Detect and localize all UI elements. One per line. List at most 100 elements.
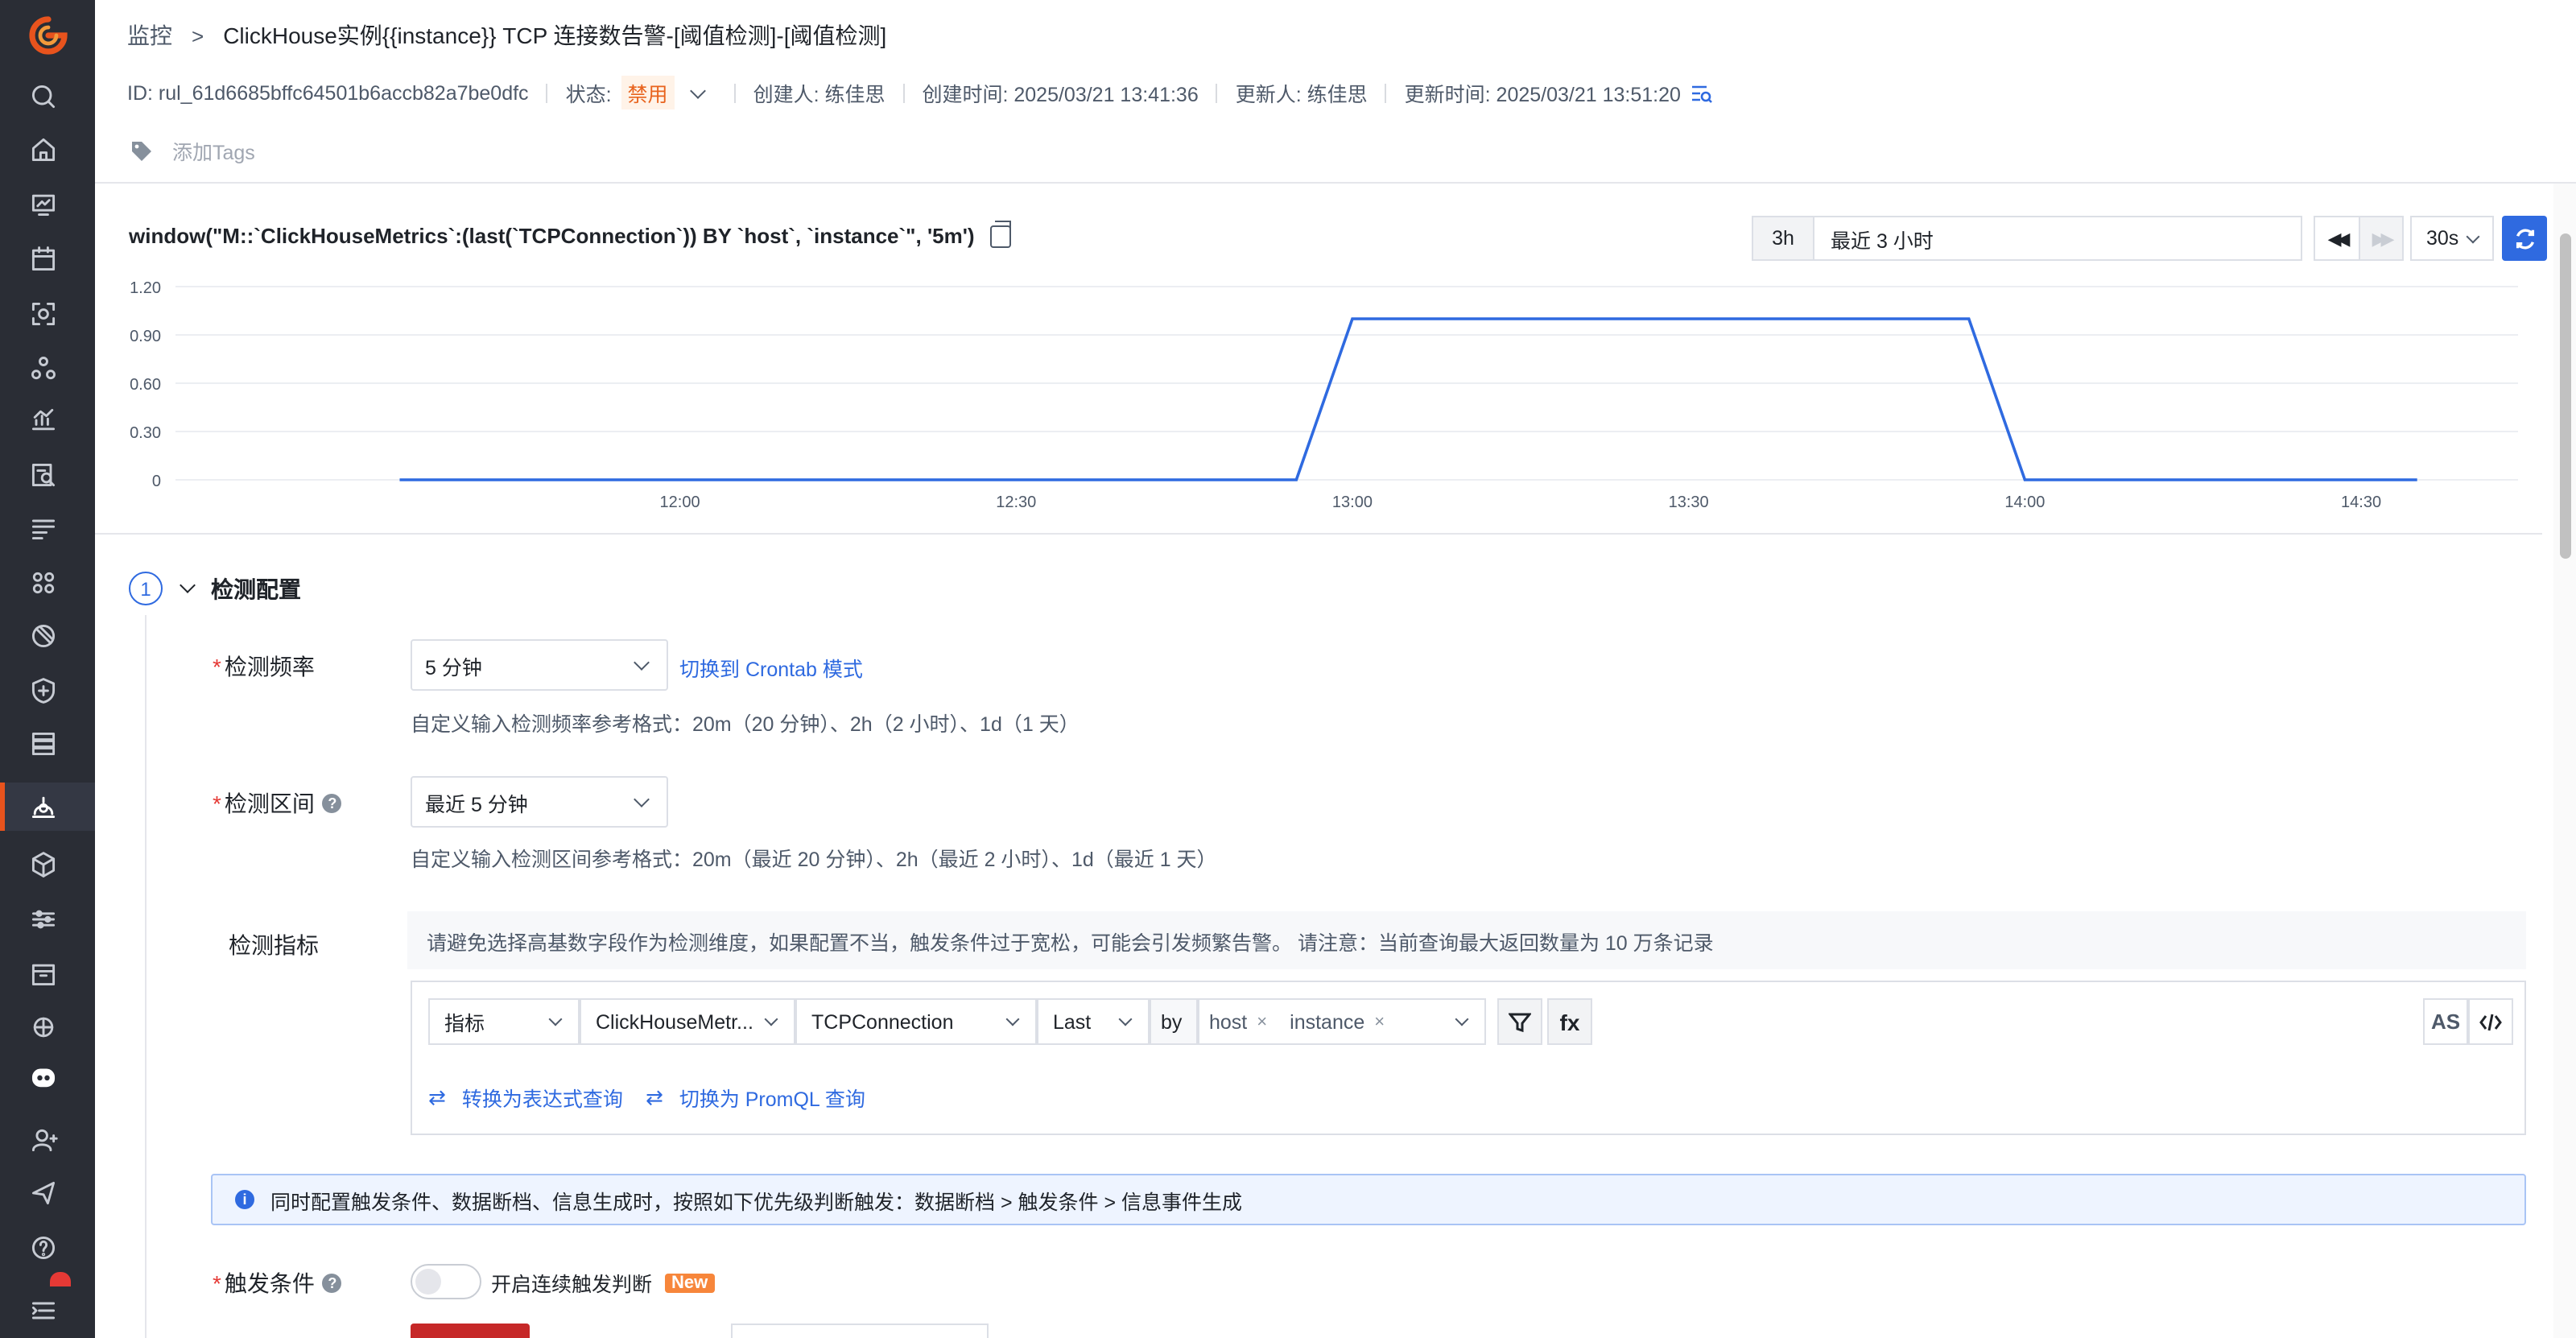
priority-info-text: 同时配置触发条件、数据断档、信息生成时，按照如下优先级判断触发：数据断档 > 触… bbox=[270, 1191, 1242, 1213]
interval-label: * 检测区间 ? bbox=[213, 787, 342, 820]
time-range-picker[interactable]: 3h 最近 3 小时 bbox=[1752, 216, 2302, 261]
status-chevron-down-icon[interactable] bbox=[689, 82, 706, 98]
add-tags[interactable]: 添加Tags bbox=[130, 135, 255, 166]
chevron-down-icon bbox=[1118, 1012, 1133, 1026]
severity-button[interactable] bbox=[411, 1324, 530, 1338]
chevron-down-icon bbox=[634, 791, 650, 807]
scan-icon[interactable] bbox=[26, 296, 61, 332]
chevron-down-icon bbox=[634, 655, 650, 671]
log-search-icon[interactable] bbox=[26, 457, 61, 493]
logs-icon[interactable] bbox=[26, 510, 61, 546]
archive-icon[interactable] bbox=[26, 956, 61, 992]
rule-meta: ID: rul_61d6685bffc64501b6accb82a7be0dfc… bbox=[127, 76, 1713, 109]
history-search-icon[interactable] bbox=[1690, 81, 1713, 104]
switch-promql-text: 切换为 PromQL 查询 bbox=[679, 1088, 865, 1111]
switch-promql-link[interactable]: ⇄ 切换为 PromQL 查询 bbox=[646, 1082, 865, 1113]
database-icon[interactable] bbox=[26, 726, 61, 762]
alias-button[interactable]: AS bbox=[2423, 998, 2468, 1045]
required-mark: * bbox=[213, 791, 221, 816]
time-back-icon[interactable]: ◀◀ bbox=[2315, 217, 2359, 259]
metric-warning-note: 请避免选择高基数字段作为检测维度，如果配置不当，触发条件过于宽松，可能会引发频繁… bbox=[407, 911, 2526, 969]
time-forward-icon[interactable]: ▶▶ bbox=[2359, 217, 2402, 259]
add-tags-placeholder: 添加Tags bbox=[172, 142, 255, 164]
interval-hint: 自定义输入检测区间参考格式：20m（最近 20 分钟）、2h（最近 2 小时）、… bbox=[411, 849, 1217, 871]
status-badge[interactable]: 禁用 bbox=[621, 76, 675, 109]
tracing-icon[interactable] bbox=[26, 618, 61, 654]
refresh-interval-select[interactable]: 30s bbox=[2410, 216, 2494, 261]
breadcrumb-root[interactable]: 监控 bbox=[127, 19, 172, 52]
group-tag-chip[interactable]: instance × bbox=[1290, 1010, 1385, 1033]
help-icon[interactable] bbox=[26, 1230, 61, 1266]
refresh-interval-value: 30s bbox=[2426, 227, 2459, 250]
interval-select[interactable]: 最近 5 分钟 bbox=[411, 776, 668, 828]
x-tick-label: 13:00 bbox=[1332, 493, 1373, 511]
user-add-icon[interactable] bbox=[26, 1122, 61, 1158]
crontab-mode-link[interactable]: 切换到 Crontab 模式 bbox=[679, 652, 863, 683]
sidebar-active-indicator bbox=[0, 783, 5, 831]
security-shield-icon[interactable] bbox=[26, 673, 61, 708]
continuous-trigger-toggle[interactable] bbox=[411, 1264, 481, 1299]
refresh-button[interactable] bbox=[2502, 216, 2547, 261]
continuous-trigger-label: 开启连续触发判断 New bbox=[491, 1267, 715, 1298]
status-label: 状态: bbox=[565, 84, 612, 106]
group-by-select[interactable]: host × instance × bbox=[1198, 998, 1486, 1045]
frequency-value: 5 分钟 bbox=[425, 656, 482, 679]
send-icon[interactable] bbox=[26, 1175, 61, 1211]
topology-icon[interactable] bbox=[26, 351, 61, 386]
section-collapse-icon[interactable] bbox=[180, 577, 196, 593]
code-view-button[interactable] bbox=[2468, 998, 2513, 1045]
integration-icon[interactable] bbox=[26, 1010, 61, 1045]
chevron-down-icon bbox=[1005, 1012, 1020, 1026]
metric-chart: 0 0.30 0.60 0.90 1.20 12:00 12:30 13:00 13:30 14:… bbox=[130, 279, 2518, 511]
time-range-short[interactable]: 3h bbox=[1753, 217, 1814, 259]
metrics-icon[interactable] bbox=[26, 403, 61, 438]
help-icon[interactable]: ? bbox=[322, 794, 342, 813]
copy-icon[interactable] bbox=[990, 220, 1012, 247]
assistant-bot-icon[interactable] bbox=[26, 1059, 61, 1095]
x-tick-label: 12:00 bbox=[660, 493, 700, 511]
required-mark: * bbox=[213, 1270, 221, 1296]
guance-logo-icon[interactable] bbox=[27, 14, 69, 56]
calendar-icon[interactable] bbox=[26, 242, 61, 277]
monitor-icon[interactable] bbox=[26, 789, 61, 824]
query-type-select[interactable]: 指标 bbox=[428, 998, 580, 1045]
menu-collapse-icon[interactable] bbox=[26, 1293, 61, 1328]
group-tag-chip[interactable]: host × bbox=[1209, 1010, 1267, 1033]
help-icon[interactable]: ? bbox=[322, 1274, 342, 1293]
trigger-label: * 触发条件 ? bbox=[213, 1267, 342, 1299]
chevron-down-icon bbox=[2466, 229, 2480, 243]
filter-button[interactable] bbox=[1497, 998, 1542, 1045]
home-icon[interactable] bbox=[26, 132, 61, 167]
convert-expression-link[interactable]: ⇄ 转换为表达式查询 bbox=[428, 1082, 623, 1113]
measurement-select[interactable]: ClickHouseMetr... bbox=[580, 998, 795, 1045]
cube-icon[interactable] bbox=[26, 847, 61, 882]
condition-input[interactable] bbox=[731, 1324, 989, 1338]
code-icon bbox=[2479, 1013, 2502, 1030]
scrollbar-thumb[interactable] bbox=[2560, 233, 2571, 559]
tag-icon bbox=[132, 141, 151, 160]
frequency-select[interactable]: 5 分钟 bbox=[411, 639, 668, 691]
aggregation-select[interactable]: Last bbox=[1037, 998, 1150, 1045]
series-line bbox=[399, 317, 2417, 481]
frequency-label: * 检测频率 bbox=[213, 650, 315, 683]
group-tag-host: host bbox=[1209, 1010, 1248, 1033]
search-icon[interactable] bbox=[26, 79, 61, 114]
dashboard-icon[interactable] bbox=[26, 187, 61, 222]
page-title: ClickHouse实例{{instance}} TCP 连接数告警-[阈值检测… bbox=[223, 23, 887, 48]
time-navigation: ◀◀ ▶▶ bbox=[2314, 216, 2404, 261]
remove-tag-icon[interactable]: × bbox=[1374, 1012, 1385, 1031]
time-range-label[interactable]: 最近 3 小时 bbox=[1814, 217, 2301, 259]
frequency-hint: 自定义输入检测频率参考格式：20m（20 分钟）、2h（2 小时）、1d（1 天… bbox=[411, 713, 1080, 736]
query-expression: window("M::`ClickHouseMetrics`:(last(`TC… bbox=[129, 220, 1012, 248]
refresh-icon bbox=[2515, 228, 2534, 249]
y-tick-label: 1.20 bbox=[130, 279, 161, 297]
apps-icon[interactable] bbox=[26, 565, 61, 601]
created-at: 创建时间: 2025/03/21 13:41:36 bbox=[922, 84, 1199, 106]
section-title[interactable]: 检测配置 bbox=[211, 573, 301, 605]
settings-sliders-icon[interactable] bbox=[26, 902, 61, 937]
y-tick-label: 0.60 bbox=[130, 376, 161, 394]
function-button[interactable]: fx bbox=[1547, 998, 1592, 1045]
field-select[interactable]: TCPConnection bbox=[795, 998, 1037, 1045]
remove-tag-icon[interactable]: × bbox=[1257, 1012, 1267, 1031]
y-tick-label: 0 bbox=[152, 473, 161, 490]
